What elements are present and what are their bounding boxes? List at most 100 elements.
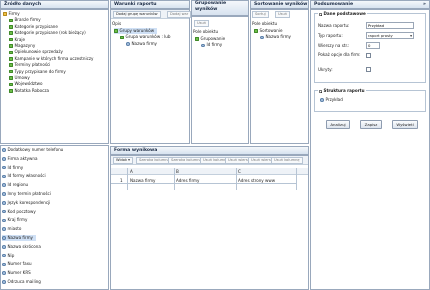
sorting-remove-button[interactable]: Usuń <box>275 11 291 18</box>
sorting-tree-item-label: Nazwa firmy <box>265 34 291 40</box>
source-tree-item[interactable]: Województwo <box>9 81 43 87</box>
field-item-selected[interactable]: Nazwa firmy <box>2 235 36 241</box>
sort-button[interactable]: Sortuj <box>252 11 269 18</box>
conditions-header: Warunki raportu <box>110 0 190 9</box>
source-tree-item-label: Branże firmy <box>14 17 41 23</box>
table-icon <box>9 31 13 35</box>
field-item-label: miasto <box>7 226 22 232</box>
field-item-label: Nazwa skrócona <box>7 243 41 249</box>
field-item[interactable]: Numer KRS <box>2 270 31 276</box>
data-source-header: Źródło danych <box>0 0 109 9</box>
collapse-toggle-icon[interactable] <box>319 12 322 16</box>
condition-tree-item[interactable]: Nazwa firmy <box>126 41 157 47</box>
source-tree-item[interactable]: Kategorie przypisane (rok bieżący) <box>9 30 86 36</box>
table-icon <box>9 25 13 29</box>
condition-tree-item-label: Grupy warunków <box>119 28 155 33</box>
field-item[interactable]: Nazwa skrócona <box>2 244 41 250</box>
structure-legend[interactable]: Struktura raportu <box>318 88 366 93</box>
preview-header: Podsumowanie » <box>310 0 430 9</box>
conditions-column-header: Opis <box>112 21 122 26</box>
view-menu-button[interactable]: Widok ▾ <box>113 157 133 164</box>
field-item[interactable]: Nip <box>2 253 14 259</box>
show-button[interactable]: Wyświetl <box>392 120 418 129</box>
collapse-icon[interactable]: » <box>423 1 426 8</box>
field-icon <box>2 271 6 275</box>
source-tree-item[interactable]: Typy przypisane do firmy <box>9 69 66 75</box>
condition-tree-item[interactable]: Grupa warunków : lub <box>120 34 170 40</box>
sorting-tree-item[interactable]: Sortowanie <box>254 28 283 34</box>
condition-tree-item[interactable]: Grupy warunków <box>114 28 158 34</box>
basic-data-legend[interactable]: Dane podstawowe <box>318 11 367 16</box>
source-tree-item[interactable]: Kraje <box>9 37 25 43</box>
source-tree-item[interactable]: Magazyny <box>9 43 35 49</box>
column-header-b[interactable]: B <box>176 169 179 174</box>
grouping-remove-button[interactable]: Usuń <box>194 20 210 27</box>
chevron-down-icon[interactable]: ▾ <box>410 33 412 38</box>
source-tree-item-label: Typy przypisane do firmy <box>14 68 66 74</box>
source-tree-item[interactable]: Umowy <box>9 75 30 81</box>
remove-column-2-button[interactable]: Usuń kolumnę <box>271 157 303 164</box>
source-tree-item[interactable]: Kategorie przypisane <box>9 24 58 30</box>
table-icon <box>195 37 199 41</box>
source-tree-item[interactable]: Terminy płatności <box>9 62 50 68</box>
source-tree-item-label: Magazyny <box>14 43 36 48</box>
field-item[interactable]: Kod pocztowy <box>2 209 36 215</box>
folder-icon <box>3 12 7 16</box>
sorting-column-header: Pole obiektu <box>252 21 278 26</box>
field-item[interactable]: Numer faxu <box>2 261 32 267</box>
field-item[interactable]: miasto <box>2 226 21 232</box>
table-icon <box>254 29 258 33</box>
field-item[interactable]: Język korespondencji <box>2 200 50 206</box>
rows-per-page-label: Wierszy na str.: <box>318 43 350 48</box>
field-item[interactable]: Firma aktywna <box>2 156 37 162</box>
grouping-tree-item[interactable]: Id firmy <box>201 42 222 48</box>
column-header-c[interactable]: C <box>238 169 241 174</box>
field-item-selected-label: Nazwa firmy <box>7 235 33 240</box>
field-item-label: Numer faxu <box>7 261 32 267</box>
field-item-label: Kraj firmy <box>7 217 28 223</box>
rows-per-page-input[interactable] <box>366 42 380 49</box>
table-icon <box>9 69 13 74</box>
report-name-input[interactable] <box>366 22 414 29</box>
source-tree-item-label: Opiekunowie sprzedaży <box>14 49 63 55</box>
show-options-checkbox[interactable] <box>366 53 371 58</box>
field-item[interactable]: Id firmy <box>2 165 23 171</box>
add-condition-button[interactable]: Dodaj war <box>167 11 192 18</box>
field-icon <box>2 183 6 187</box>
field-icon <box>2 209 6 214</box>
source-tree-item-label: Terminy płatności <box>14 62 51 68</box>
field-item[interactable]: Kraj firmy <box>2 217 27 223</box>
report-type-select[interactable]: raport prosty ▾ <box>366 32 414 39</box>
structure-item[interactable]: Przykład <box>320 97 343 103</box>
save-button[interactable]: Zapisz <box>360 120 382 129</box>
field-item-label: Numer KRS <box>7 270 31 276</box>
source-tree-item[interactable]: Opiekunowie sprzedaży <box>9 49 63 55</box>
collapse-toggle-icon[interactable] <box>319 89 322 93</box>
table-icon <box>9 37 13 42</box>
add-group-button[interactable]: Dodaj grupę warunków <box>113 11 161 18</box>
table-icon <box>9 63 13 67</box>
field-item-label: Dodatkowy numer telefonu <box>7 147 64 152</box>
column-divider <box>127 168 128 190</box>
source-tree-item[interactable]: Kampanie w których firma uczestniczy <box>9 56 93 62</box>
table-icon <box>114 29 118 33</box>
source-tree-item[interactable]: Notatka Robocza <box>9 88 49 94</box>
hidden-checkbox[interactable] <box>366 67 371 72</box>
field-item[interactable]: Inny termin płatności <box>2 191 51 197</box>
field-item-label: Kod pocztowy <box>7 208 36 214</box>
field-item-label: Firma aktywna <box>7 155 38 161</box>
field-icon <box>2 253 6 258</box>
grouping-tree-item[interactable]: Grupowanie <box>195 36 225 42</box>
field-item[interactable]: Id formy własności <box>2 173 46 179</box>
column-header-a[interactable]: A <box>130 169 133 174</box>
field-item[interactable]: Odrzuca mailing <box>2 279 41 285</box>
field-item[interactable]: Dodatkowy numer telefonu <box>2 147 63 153</box>
field-item[interactable]: Id regionu <box>2 182 28 188</box>
source-tree-item[interactable]: Firmy <box>3 11 20 17</box>
analyze-button[interactable]: Analizuj <box>326 120 350 129</box>
field-icon <box>2 262 6 267</box>
source-tree-item-label: Kategorie przypisane <box>14 23 58 29</box>
source-tree-item[interactable]: Branże firmy <box>9 17 41 23</box>
sorting-tree-item[interactable]: Nazwa firmy <box>260 34 291 40</box>
report-node-icon <box>320 98 324 102</box>
